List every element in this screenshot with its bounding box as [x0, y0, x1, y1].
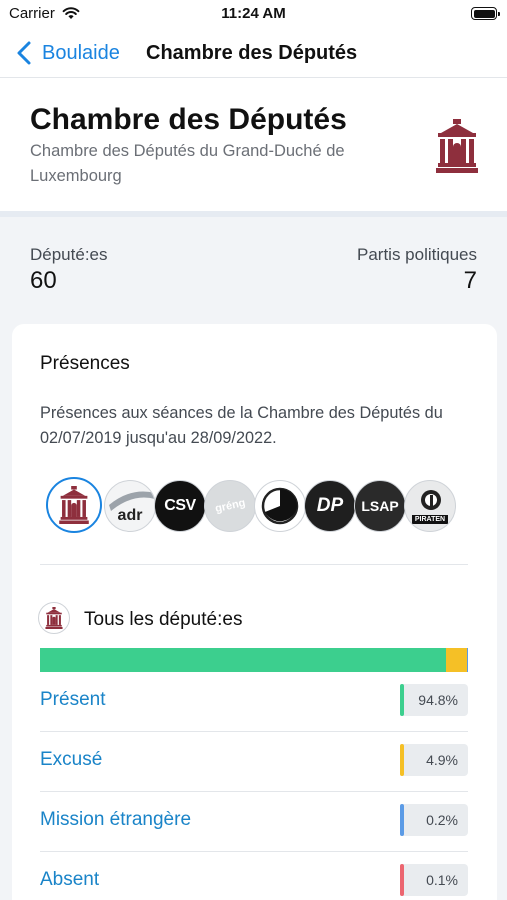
party-logo-dp-text: DP: [316, 495, 344, 516]
pirate-logo-icon: [421, 490, 441, 510]
party-logo-dei-greng[interactable]: gréng: [204, 480, 256, 532]
parliament-building-icon: [45, 607, 63, 629]
dei-lenk-logo-icon: [261, 487, 299, 525]
battery-icon: [471, 7, 500, 20]
parliament-building-icon: [59, 486, 89, 524]
parties-count-value: 7: [463, 267, 477, 294]
attendance-row-excused[interactable]: Excusé 4.9%: [40, 732, 468, 792]
attendance-value: 4.9%: [400, 744, 468, 776]
attendance-value: 94.8%: [400, 684, 468, 716]
parties-count-label: Partis politiques: [356, 245, 477, 264]
navigation-bar: Boulaide Chambre des Députés: [0, 30, 507, 78]
page-header: Chambre des Députés Chambre des Députés …: [0, 79, 507, 211]
party-logo-adr[interactable]: adr: [104, 480, 156, 532]
back-button-label: Boulaide: [42, 41, 120, 64]
party-logo-piraten-text: PIRATEN: [411, 514, 449, 524]
attendance-row-foreign-mission[interactable]: Mission étrangère 0.2%: [40, 792, 468, 852]
party-logo-lsap-text: LSAP: [361, 498, 399, 514]
attendance-label: Présent: [40, 689, 106, 710]
attendance-stacked-bar: [40, 648, 468, 672]
parliament-building-icon: [436, 119, 478, 173]
party-logo-csv-text: CSV: [164, 497, 196, 514]
party-logo-dei-lenk[interactable]: [254, 480, 306, 532]
party-logo-dp[interactable]: DP: [304, 480, 356, 532]
back-button[interactable]: Boulaide: [14, 38, 120, 68]
card-title: Présences: [40, 353, 130, 374]
clock: 11:24 AM: [221, 5, 286, 22]
party-logo-chamber[interactable]: [46, 477, 102, 533]
chevron-left-icon: [17, 41, 31, 65]
card-divider: [40, 564, 468, 565]
party-logo-piraten[interactable]: PIRATEN: [404, 480, 456, 532]
party-logo-lsap[interactable]: LSAP: [354, 480, 406, 532]
party-logo-csv[interactable]: CSV: [154, 480, 206, 532]
attendance-card: Présences Présences aux séances de la Ch…: [12, 324, 497, 900]
attendance-value: 0.1%: [400, 864, 468, 896]
page-title: Chambre des Députés: [30, 103, 347, 136]
attendance-row-present[interactable]: Présent 94.8%: [40, 672, 468, 732]
deputies-count-label: Député:es: [30, 245, 108, 264]
content-area: Député:es 60 Partis politiques 7 Présenc…: [0, 217, 507, 900]
attendance-label: Excusé: [40, 749, 103, 770]
section-title: Tous les député:es: [84, 609, 243, 630]
status-bar: Carrier 11:24 AM: [0, 0, 507, 30]
attendance-row-absent[interactable]: Absent 0.1%: [40, 852, 468, 900]
attendance-value: 0.2%: [400, 804, 468, 836]
attendance-bar-segment: [40, 648, 446, 672]
party-logo-dei-greng-text: gréng: [213, 496, 247, 516]
party-filter-list: adr CSV gréng DP LSAP PIRATEN: [46, 477, 466, 533]
party-logo-adr-text: adr: [117, 507, 143, 524]
attendance-label: Mission étrangère: [40, 809, 192, 830]
nav-title: Chambre des Députés: [146, 42, 358, 64]
page-subtitle: Chambre des Députés du Grand-Duché de Lu…: [30, 142, 345, 185]
attendance-bar-segment: [445, 648, 467, 672]
card-description: Présences aux séances de la Chambre des …: [40, 404, 443, 447]
section-parliament-icon: [38, 602, 70, 634]
deputies-count-value: 60: [30, 267, 57, 294]
attendance-label: Absent: [40, 869, 100, 890]
